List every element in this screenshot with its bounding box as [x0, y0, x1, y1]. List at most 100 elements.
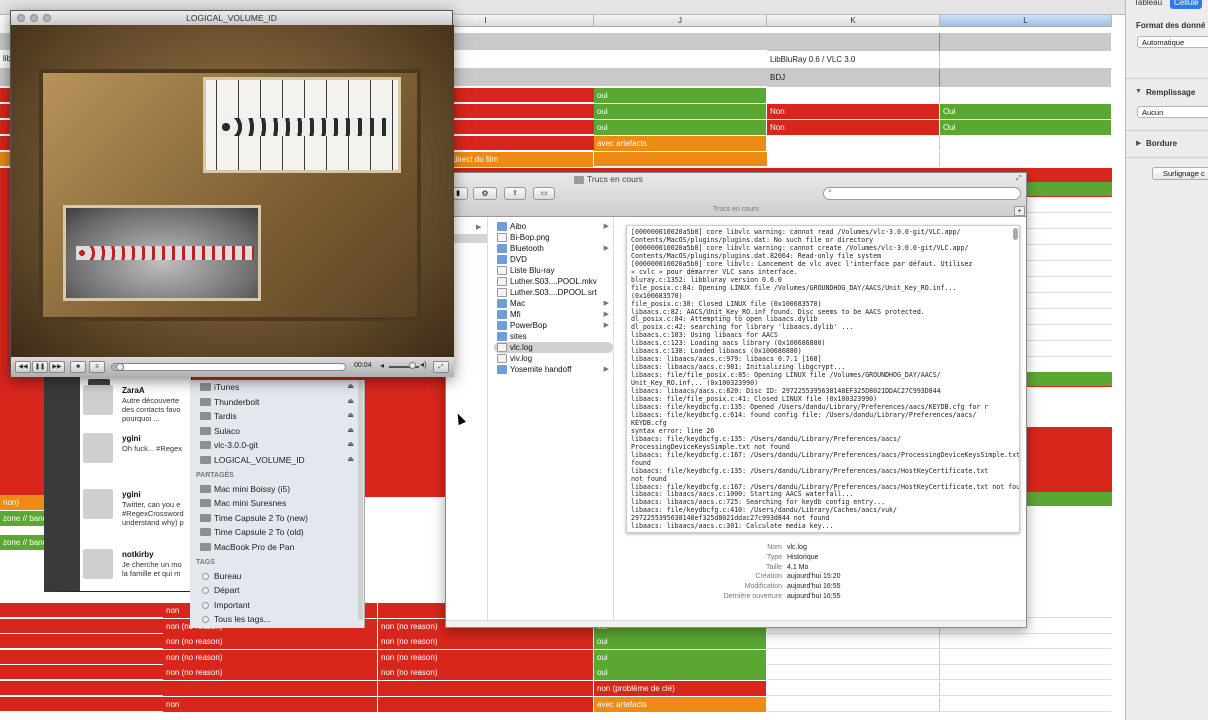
list-item[interactable]: Aibo ▶: [494, 221, 613, 232]
horizontal-scrollbar[interactable]: [446, 620, 1026, 627]
table-cell[interactable]: [767, 696, 940, 712]
table-cell[interactable]: non (no reason): [163, 649, 378, 665]
list-item[interactable]: Luther.S03....POOL.mkv: [494, 276, 613, 287]
table-cell[interactable]: [767, 88, 940, 103]
table-cell[interactable]: Oui: [940, 120, 1112, 135]
table-cell[interactable]: non: [163, 696, 378, 712]
table-cell[interactable]: Oui: [940, 104, 1112, 119]
sidebar-item-shared[interactable]: Time Capsule 2 To (new): [190, 511, 364, 526]
table-cell[interactable]: non (no reason): [378, 649, 594, 665]
sidebar-item-tag[interactable]: Important: [190, 598, 364, 613]
sidebar-item-device[interactable]: Sulaco ⏏: [190, 424, 364, 439]
sidebar-item-tag[interactable]: Tous les tags...: [190, 612, 364, 627]
table-cell[interactable]: non (no reason): [378, 665, 594, 681]
bdj-header-cell[interactable]: BDJ: [767, 69, 940, 87]
list-item[interactable]: Mfi ▶: [494, 309, 613, 320]
video-frame[interactable]: [11, 25, 454, 357]
search-input[interactable]: ⌕: [823, 187, 1021, 200]
table-cell[interactable]: [767, 152, 940, 167]
table-cell[interactable]: direct du film: [450, 152, 594, 167]
minimize-icon[interactable]: [30, 14, 38, 22]
list-item[interactable]: Mac ▶: [494, 298, 613, 309]
table-cell[interactable]: [940, 136, 1112, 151]
data-format-select[interactable]: Automatique: [1137, 36, 1208, 48]
list-item[interactable]: Bluetooth ▶: [494, 243, 613, 254]
list-item[interactable]: sites: [494, 331, 613, 342]
table-cell[interactable]: [940, 665, 1112, 681]
add-tab-icon[interactable]: +: [1014, 206, 1025, 216]
column-header-k[interactable]: K: [767, 15, 940, 27]
tab-tableau[interactable]: Tableau: [1130, 0, 1166, 9]
table-cell[interactable]: non (no reason): [378, 634, 594, 650]
fill-select[interactable]: Aucun: [1137, 106, 1208, 118]
table-cell[interactable]: [940, 69, 1112, 87]
list-item[interactable]: Liste Blu-ray: [494, 265, 613, 276]
disclosure-open-icon[interactable]: ▼: [1135, 88, 1142, 95]
sidebar-item-device[interactable]: Thunderbolt ⏏: [190, 395, 364, 410]
disclosure-closed-icon[interactable]: ▶: [1136, 139, 1141, 147]
stop-icon[interactable]: ■: [70, 361, 86, 373]
avatar[interactable]: [83, 433, 113, 463]
sidebar-item-device[interactable]: LOGICAL_VOLUME_ID ⏏: [190, 453, 364, 468]
chapter-thumbnail[interactable]: [203, 77, 401, 173]
table-cell[interactable]: [940, 681, 1112, 696]
table-cell[interactable]: [940, 696, 1112, 712]
table-cell[interactable]: [940, 649, 1112, 665]
sidebar-item-device[interactable]: vlc-3.0.0-git ⏏: [190, 438, 364, 453]
highlight-button[interactable]: Surlignage c: [1152, 167, 1208, 180]
table-cell[interactable]: non): [0, 495, 45, 510]
sidebar-item-tag[interactable]: Bureau: [190, 569, 364, 584]
share-icon[interactable]: ⇪: [504, 187, 526, 200]
fullscreen-icon[interactable]: ⤢: [1016, 175, 1022, 183]
seek-handle[interactable]: [116, 363, 124, 371]
table-cell[interactable]: zone // bande: [0, 535, 45, 550]
table-cell[interactable]: oui: [594, 88, 767, 103]
eject-icon[interactable]: ⏏: [347, 453, 354, 468]
preview-scrollbar[interactable]: [1013, 228, 1018, 240]
fast-forward-icon[interactable]: ▶▶: [49, 361, 65, 373]
sidebar-item-shared[interactable]: Time Capsule 2 To (old): [190, 525, 364, 540]
table-cell[interactable]: [767, 649, 940, 665]
column-header-j[interactable]: J: [594, 15, 767, 27]
tag-icon[interactable]: ▭: [533, 187, 555, 200]
table-cell[interactable]: [940, 152, 1112, 167]
table-cell[interactable]: [163, 681, 378, 696]
avatar[interactable]: [83, 385, 113, 415]
list-item[interactable]: DVD: [494, 254, 613, 265]
volume-high-icon[interactable]: ◂): [420, 360, 427, 369]
table-cell[interactable]: non (problème de clé): [594, 681, 767, 696]
eject-icon[interactable]: ⏏: [347, 409, 354, 424]
gear-icon[interactable]: ⚙: [473, 187, 497, 200]
table-cell[interactable]: oui: [594, 104, 767, 119]
sidebar-item-shared[interactable]: Mac mini Boissy (i5): [190, 482, 364, 497]
table-cell[interactable]: [378, 696, 594, 712]
avatar[interactable]: [83, 489, 113, 519]
table-cell[interactable]: [940, 33, 1112, 51]
table-cell[interactable]: [767, 665, 940, 681]
eject-icon[interactable]: ⏏: [347, 424, 354, 439]
sidebar-scrollbar[interactable]: [358, 380, 363, 620]
rewind-icon[interactable]: ◀◀: [15, 361, 31, 373]
chapter-thumbnail[interactable]: [63, 205, 261, 301]
table-cell[interactable]: [940, 88, 1112, 103]
fullscreen-icon[interactable]: ⤢: [433, 361, 449, 373]
table-cell[interactable]: avec artefacts: [594, 696, 767, 712]
list-item[interactable]: Bi-Bop.png: [494, 232, 613, 243]
table-cell[interactable]: oui: [594, 120, 767, 135]
playlist-icon[interactable]: ≡: [89, 361, 105, 373]
list-item[interactable]: Luther.S03....DPOOL.srt: [494, 287, 613, 298]
eject-icon[interactable]: ⏏: [347, 438, 354, 453]
zoom-icon[interactable]: [43, 14, 51, 22]
table-cell[interactable]: avec artefacts: [594, 136, 767, 151]
table-cell[interactable]: [767, 136, 940, 151]
table-cell[interactable]: [767, 33, 940, 51]
avatar[interactable]: [83, 549, 113, 579]
pause-icon[interactable]: ❚❚: [32, 361, 48, 373]
table-cell[interactable]: zone // bande: [0, 511, 45, 526]
list-item[interactable]: viv.log: [494, 353, 613, 364]
table-cell[interactable]: Non: [767, 104, 940, 119]
list-item[interactable]: PowerBop ▶: [494, 320, 613, 331]
volume-low-icon[interactable]: ◂: [380, 361, 384, 370]
volume-handle[interactable]: [409, 362, 416, 369]
sidebar-item-tag[interactable]: Départ: [190, 583, 364, 598]
